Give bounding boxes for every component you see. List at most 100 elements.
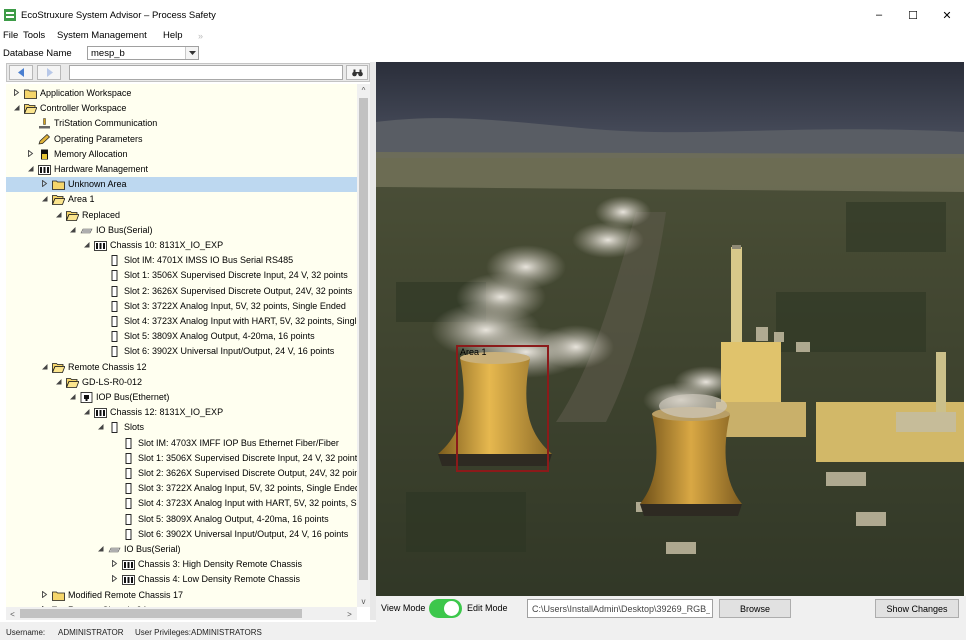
tree-node[interactable]: Chassis 10: 8131X_IO_EXP	[6, 238, 357, 253]
collapsed-arrow-icon[interactable]	[12, 88, 20, 97]
tree-node-label: Controller Workspace	[40, 103, 127, 114]
tree-node[interactable]: IO Bus(Serial)	[6, 223, 357, 238]
tree-node[interactable]: Slot 6: 3902X Universal Input/Output, 24…	[6, 527, 357, 542]
tree-node[interactable]: Operating Parameters	[6, 132, 357, 147]
expanded-arrow-icon[interactable]	[12, 104, 20, 112]
tree-node[interactable]: Chassis 4: Low Density Remote Chassis	[6, 572, 357, 587]
tree-node[interactable]: Chassis 12: 8131X_IO_EXP	[6, 405, 357, 420]
slot-icon	[122, 528, 135, 540]
find-button[interactable]	[346, 65, 368, 80]
tree-vertical-scrollbar[interactable]: ^ v	[357, 84, 370, 607]
tree-node[interactable]: Slots	[6, 420, 357, 435]
scroll-right-icon[interactable]: >	[343, 608, 356, 620]
tree-horizontal-scrollbar[interactable]: < >	[6, 607, 357, 620]
collapsed-arrow-icon[interactable]	[26, 149, 34, 158]
tree-node-label: Slot 6: 3902X Universal Input/Output, 24…	[124, 346, 335, 357]
tree-node[interactable]: Hardware Management	[6, 162, 357, 177]
tree-node-label: Hardware Management	[54, 164, 149, 174]
expanded-arrow-icon[interactable]	[82, 241, 90, 249]
tree-node[interactable]: Slot 1: 3506X Supervised Discrete Input,…	[6, 451, 357, 466]
tree-node-label: Slot 2: 3626X Supervised Discrete Output…	[138, 468, 357, 478]
menu-help[interactable]: Help	[163, 30, 183, 41]
tree-node-label: Slot 1: 3506X Supervised Discrete Input,…	[124, 270, 348, 281]
tree-node[interactable]: Slot 3: 3722X Analog Input, 5V, 32 point…	[6, 299, 357, 314]
mode-toggle-switch[interactable]	[429, 599, 462, 618]
window-title: EcoStruxure System Advisor – Process Saf…	[21, 10, 216, 21]
edit-mode-label: Edit Mode	[467, 603, 508, 613]
slot-icon	[108, 316, 121, 327]
expanded-arrow-icon[interactable]	[82, 408, 90, 416]
tree-node[interactable]: Slot 6: 3902X Universal Input/Output, 24…	[6, 344, 357, 359]
expanded-arrow-icon[interactable]	[54, 211, 62, 219]
scroll-left-icon[interactable]: <	[6, 608, 19, 620]
collapsed-arrow-icon[interactable]	[40, 590, 48, 599]
tree-node-label: Chassis 3: High Density Remote Chassis	[138, 559, 303, 570]
tree-node[interactable]: Controller Workspace	[6, 101, 357, 116]
minimize-button[interactable]: –	[862, 3, 896, 27]
tree-node-label: Slot IM: 4701X IMSS IO Bus Serial RS485	[124, 255, 294, 266]
tree-search-input[interactable]	[69, 65, 343, 80]
area-1-marker[interactable]: Area 1	[456, 345, 549, 472]
tree-node[interactable]: GD-LS-R0-012	[6, 375, 357, 390]
tree-node[interactable]: Slot 4: 3723X Analog Input with HART, 5V…	[6, 496, 357, 511]
expanded-arrow-icon[interactable]	[68, 393, 76, 401]
horizontal-scroll-thumb[interactable]	[20, 609, 302, 618]
scroll-up-icon[interactable]: ^	[357, 84, 370, 96]
tree-node[interactable]: Slot IM: 4701X IMSS IO Bus Serial RS485	[6, 253, 357, 268]
expanded-arrow-icon[interactable]	[96, 423, 104, 431]
chassis-icon	[122, 574, 135, 586]
vertical-scroll-thumb[interactable]	[359, 98, 368, 580]
browse-button[interactable]: Browse	[719, 599, 791, 618]
bus-icon	[108, 544, 121, 555]
maximize-button[interactable]: ☐	[896, 3, 930, 27]
tree-node[interactable]: Slot 1: 3506X Supervised Discrete Input,…	[6, 268, 357, 283]
tree-node[interactable]: Slot 5: 3809X Analog Output, 4-20ma, 16 …	[6, 512, 357, 527]
tree-node[interactable]: Modified Remote Chassis 17	[6, 588, 357, 603]
tree-node[interactable]: Remote Chassis 12	[6, 360, 357, 375]
tree-node[interactable]: Slot 5: 3809X Analog Output, 4-20ma, 16 …	[6, 329, 357, 344]
tree-node[interactable]: Slot 2: 3626X Supervised Discrete Output…	[6, 466, 357, 481]
folder-icon	[52, 179, 65, 191]
expanded-arrow-icon[interactable]	[68, 226, 76, 234]
tree-node-label: Slot 4: 3723X Analog Input with HART, 5V…	[124, 316, 357, 326]
menu-tools[interactable]: Tools	[23, 30, 45, 41]
tree-node[interactable]: Slot IM: 4703X IMFF IOP Bus Ethernet Fib…	[6, 436, 357, 451]
plant-image-view[interactable]: Area 1	[376, 62, 964, 596]
tree-node[interactable]: IO Bus(Serial)	[6, 542, 357, 557]
folder-open-icon	[23, 103, 38, 115]
tree-node[interactable]: IOP Bus(Ethernet)	[6, 390, 357, 405]
tree-node-label: Slot 4: 3723X Analog Input with HART, 5V…	[138, 498, 357, 509]
back-button[interactable]	[9, 65, 33, 80]
tree-node[interactable]: Application Workspace	[6, 86, 357, 101]
image-toolbar: View Mode Edit Mode C:\Users\InstallAdmi…	[376, 596, 966, 622]
tree-node[interactable]: Slot 2: 3626X Supervised Discrete Output…	[6, 284, 357, 299]
show-changes-button[interactable]: Show Changes	[875, 599, 959, 618]
expanded-arrow-icon[interactable]	[40, 363, 48, 371]
privileges-value: ADMINISTRATORS	[191, 628, 262, 637]
menu-system-management[interactable]: System Management	[57, 30, 147, 41]
collapsed-arrow-icon[interactable]	[40, 179, 48, 188]
tree-node[interactable]: Chassis 3: High Density Remote Chassis	[6, 557, 357, 572]
image-path-field[interactable]: C:\Users\InstallAdmin\Desktop\39269_RGB_	[527, 599, 713, 618]
collapsed-arrow-icon[interactable]	[110, 559, 118, 568]
tree-node[interactable]: Unknown Area	[6, 177, 357, 193]
tree-node[interactable]: Memory Allocation	[6, 147, 357, 162]
menu-file[interactable]: File	[3, 30, 18, 41]
tree-node[interactable]: Area 1	[6, 192, 357, 207]
expanded-arrow-icon[interactable]	[96, 545, 104, 553]
scroll-down-icon[interactable]: v	[357, 595, 370, 607]
chevron-down-icon[interactable]	[185, 47, 198, 59]
tree-node[interactable]: Replaced	[6, 208, 357, 223]
close-button[interactable]: ✕	[930, 3, 964, 27]
expanded-arrow-icon[interactable]	[26, 165, 34, 173]
collapsed-arrow-icon[interactable]	[110, 574, 118, 583]
tree-node[interactable]: Slot 4: 3723X Analog Input with HART, 5V…	[6, 314, 357, 329]
status-bar: Username: ADMINISTRATOR User Privileges:…	[0, 622, 966, 640]
expanded-arrow-icon[interactable]	[40, 195, 48, 203]
toggle-knob	[444, 601, 459, 616]
database-name-select[interactable]: mesp_b	[87, 46, 199, 60]
tree-node[interactable]: TriStation Communication	[6, 116, 357, 131]
tree-node[interactable]: Slot 3: 3722X Analog Input, 5V, 32 point…	[6, 481, 357, 496]
expanded-arrow-icon[interactable]	[54, 378, 62, 386]
forward-button[interactable]	[37, 65, 61, 80]
